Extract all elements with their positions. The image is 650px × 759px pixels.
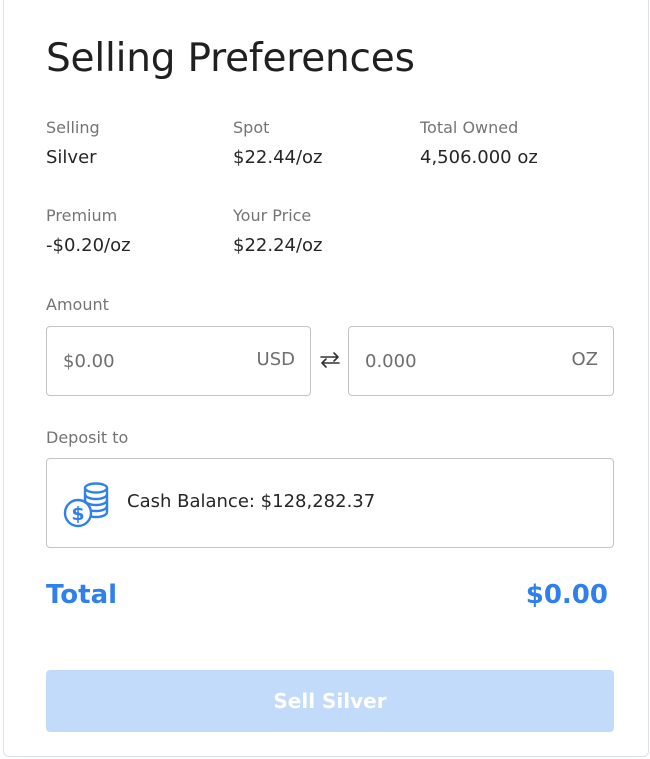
usd-amount-field[interactable]: USD: [46, 326, 311, 396]
stat-premium: Premium -$0.20/oz: [46, 206, 131, 256]
svg-text:$: $: [71, 503, 84, 525]
deposit-option-cash-balance[interactable]: $ Cash Balance: $128,282.37: [46, 458, 614, 548]
stat-selling: Selling Silver: [46, 118, 100, 168]
stat-spot-label: Spot: [233, 118, 270, 137]
stat-spot-value: $22.44/oz: [233, 147, 323, 168]
stat-total-owned: Total Owned 4,506.000 oz: [420, 118, 538, 168]
stat-premium-label: Premium: [46, 206, 118, 225]
oz-unit-label: OZ: [571, 349, 599, 370]
deposit-to-label: Deposit to: [46, 428, 129, 447]
stat-premium-value: -$0.20/oz: [46, 235, 131, 256]
amount-label: Amount: [46, 295, 109, 314]
sell-silver-button[interactable]: Sell Silver: [46, 670, 614, 732]
usd-amount-input[interactable]: [63, 327, 233, 395]
page-title: Selling Preferences: [46, 36, 415, 81]
total-value: $0.00: [525, 580, 608, 610]
swap-arrows-icon: [320, 352, 340, 368]
oz-amount-input[interactable]: [365, 327, 535, 395]
stat-spot: Spot $22.44/oz: [233, 118, 323, 168]
oz-amount-field[interactable]: OZ: [348, 326, 614, 396]
stat-total-owned-label: Total Owned: [420, 118, 519, 137]
coins-dollar-icon: $: [63, 482, 109, 528]
usd-unit-label: USD: [256, 349, 295, 370]
stat-your-price-label: Your Price: [233, 206, 312, 225]
selling-preferences-panel: Selling Preferences Selling Silver Spot …: [3, 0, 649, 757]
stat-your-price: Your Price $22.24/oz: [233, 206, 323, 256]
stat-selling-label: Selling: [46, 118, 100, 137]
swap-units-button[interactable]: [316, 346, 344, 374]
total-label: Total: [46, 580, 118, 610]
stat-total-owned-value: 4,506.000 oz: [420, 147, 538, 168]
stat-your-price-value: $22.24/oz: [233, 235, 323, 256]
stat-selling-value: Silver: [46, 147, 97, 168]
deposit-option-label: Cash Balance: $128,282.37: [127, 491, 376, 512]
